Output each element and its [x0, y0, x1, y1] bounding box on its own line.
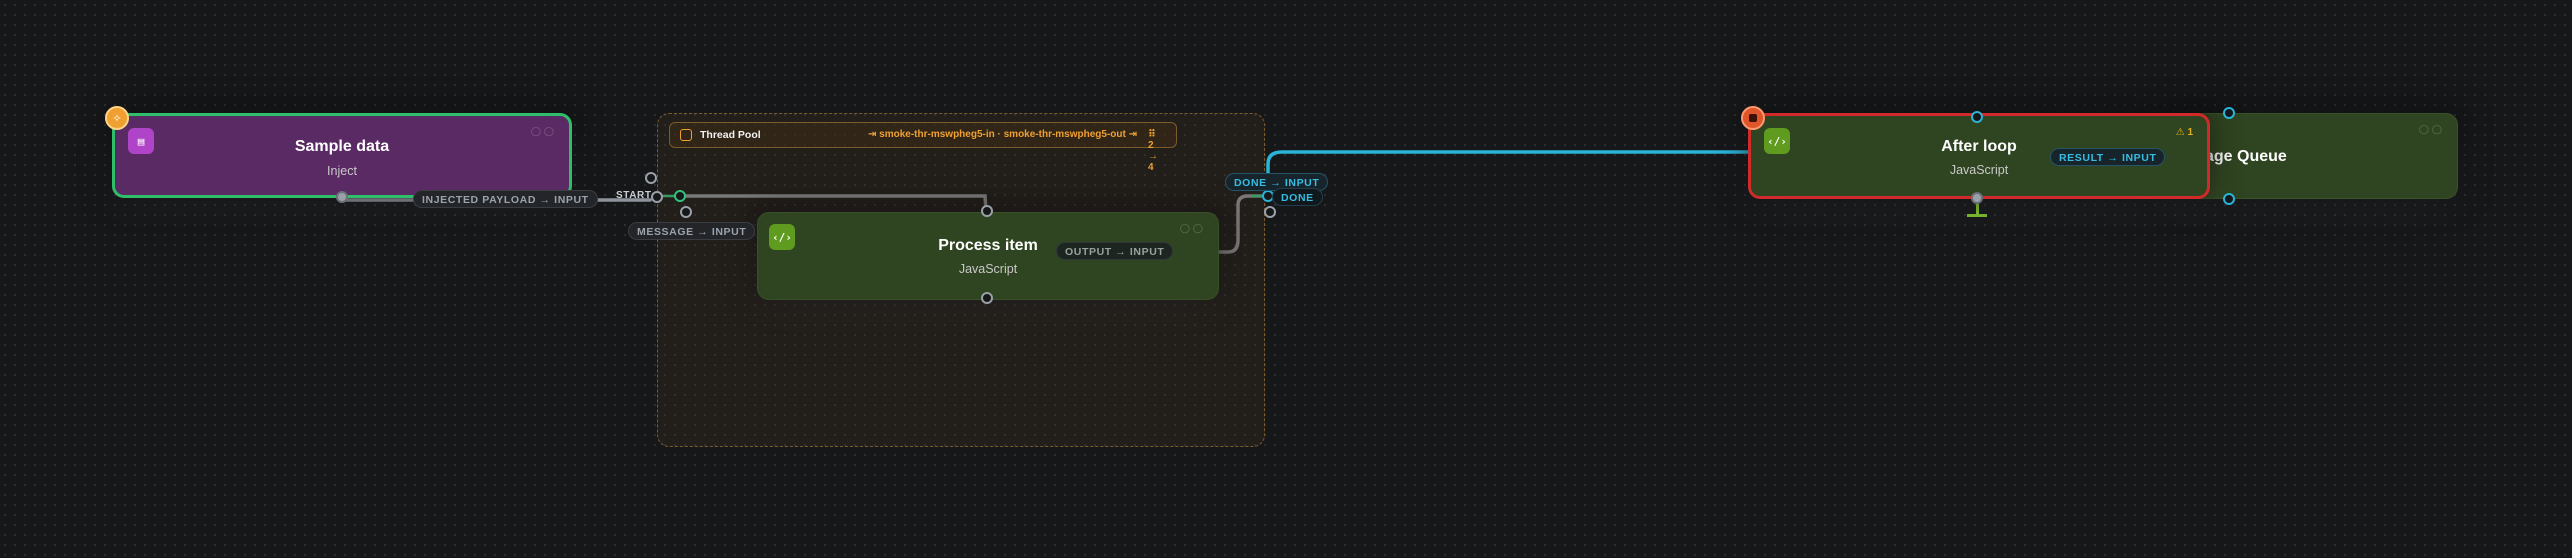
stop-badge-icon[interactable]	[1741, 106, 1765, 130]
thread-pool-start-port-left[interactable]	[651, 191, 663, 203]
node-menu-icon[interactable]: ◯◯	[531, 126, 557, 137]
edge-label-done[interactable]: DONE	[1272, 188, 1323, 206]
sample-data-output-port[interactable]	[336, 191, 348, 203]
thread-pool-header[interactable]: Thread Pool ⇥ smoke-thr-mswpheg5-in · sm…	[669, 122, 1177, 173]
after-loop-output-stub-base	[1967, 214, 1987, 217]
edge-label-message[interactable]: MESSAGE → INPUT	[628, 222, 756, 240]
connection-wires	[341, 150, 1748, 254]
node-menu-icon[interactable]: ◯◯	[1180, 223, 1206, 234]
process-item-output-port[interactable]	[981, 292, 993, 304]
node-subtitle: Inject	[327, 164, 357, 178]
message-queue-output-port[interactable]	[2223, 193, 2235, 205]
edge-label-start: START	[616, 190, 652, 201]
trigger-badge-icon[interactable]: ✧	[105, 106, 129, 130]
node-sample-data[interactable]: ▤ Sample data Inject ◯◯	[112, 113, 572, 198]
edge-label-injected-payload[interactable]: INJECTED PAYLOAD → INPUT	[413, 190, 598, 208]
process-item-input-port[interactable]	[981, 205, 993, 217]
after-loop-output-port[interactable]	[1971, 192, 1983, 204]
thread-pool-icon	[680, 129, 692, 141]
thread-pool-start-port-top[interactable]	[645, 172, 657, 184]
node-menu-icon[interactable]: ◯◯	[2419, 124, 2445, 135]
message-queue-input-port[interactable]	[2223, 107, 2235, 119]
thread-pool-count: ⠿ 2 → 4	[1148, 129, 1158, 173]
wire-done-to-after-loop[interactable]	[1266, 150, 1748, 196]
warning-icon[interactable]: ⚠ 1	[2176, 127, 2193, 138]
thread-pool-route: ⇥ smoke-thr-mswpheg5-in · smoke-thr-mswp…	[868, 129, 1138, 140]
node-message-queue[interactable]: age Queue ◯◯	[2170, 113, 2458, 199]
thread-pool-done-out-port[interactable]	[1264, 206, 1276, 218]
after-loop-input-port[interactable]	[1971, 111, 1983, 123]
edge-label-result[interactable]: RESULT → INPUT	[2050, 148, 2166, 166]
node-title: age Queue	[2205, 148, 2287, 165]
thread-pool-title: Thread Pool	[700, 129, 761, 141]
thread-pool-message-port[interactable]	[680, 206, 692, 218]
warning-count: 1	[2187, 127, 2193, 138]
node-title: Sample data	[294, 138, 390, 155]
edge-label-output[interactable]: OUTPUT → INPUT	[1056, 242, 1174, 260]
node-subtitle: JavaScript	[958, 262, 1018, 276]
thread-pool-start-port[interactable]	[674, 190, 686, 202]
flow-canvas[interactable]: Thread Pool ⇥ smoke-thr-mswpheg5-in · sm…	[0, 0, 2572, 558]
